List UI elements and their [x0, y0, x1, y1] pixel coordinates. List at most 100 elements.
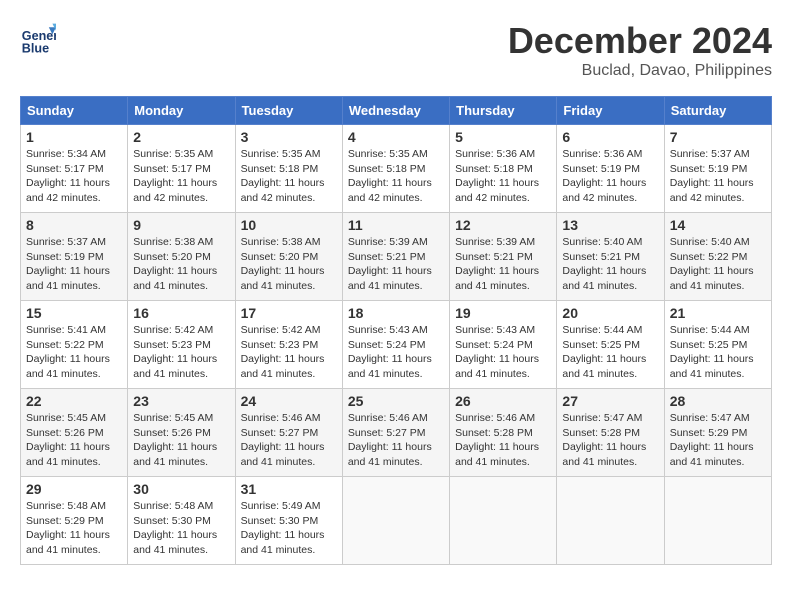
- calendar-cell: 31 Sunrise: 5:49 AMSunset: 5:30 PMDayligh…: [235, 477, 342, 565]
- day-number: 6: [562, 129, 658, 145]
- calendar-cell: 29 Sunrise: 5:48 AMSunset: 5:29 PMDayligh…: [21, 477, 128, 565]
- svg-text:Blue: Blue: [22, 41, 49, 55]
- calendar-cell: 5Sunrise: 5:36 AMSunset: 5:18 PMDaylight…: [450, 125, 557, 213]
- day-info: Sunrise: 5:47 AMSunset: 5:28 PMDaylight:…: [562, 412, 646, 468]
- day-info: Sunrise: 5:43 AMSunset: 5:24 PMDaylight:…: [348, 324, 432, 380]
- day-number: 29: [26, 481, 122, 497]
- month-title: December 2024: [508, 20, 772, 62]
- day-info: Sunrise: 5:49 AMSunset: 5:30 PMDaylight:…: [241, 500, 325, 556]
- calendar-cell: 27Sunrise: 5:47 AMSunset: 5:28 PMDayligh…: [557, 389, 664, 477]
- calendar-cell: 26 Sunrise: 5:46 AMSunset: 5:28 PMDayligh…: [450, 389, 557, 477]
- calendar-cell: 25Sunrise: 5:46 AMSunset: 5:27 PMDayligh…: [342, 389, 449, 477]
- day-number: 22: [26, 393, 122, 409]
- day-number: 8: [26, 217, 122, 233]
- day-number: 11: [348, 217, 444, 233]
- calendar-cell: [664, 477, 771, 565]
- day-number: 14: [670, 217, 766, 233]
- day-info: Sunrise: 5:40 AMSunset: 5:21 PMDaylight:…: [562, 236, 646, 292]
- header-sunday: Sunday: [21, 97, 128, 125]
- day-info: Sunrise: 5:41 AMSunset: 5:22 PMDaylight:…: [26, 324, 110, 380]
- calendar-cell: 16 Sunrise: 5:42 AMSunset: 5:23 PMDayligh…: [128, 301, 235, 389]
- page-container: General Blue December 2024 Buclad, Davao…: [20, 20, 772, 565]
- day-info: Sunrise: 5:37 AMSunset: 5:19 PMDaylight:…: [26, 236, 110, 292]
- calendar-cell: 8 Sunrise: 5:37 AMSunset: 5:19 PMDaylight…: [21, 213, 128, 301]
- day-number: 26: [455, 393, 551, 409]
- day-info: Sunrise: 5:35 AMSunset: 5:18 PMDaylight:…: [241, 148, 325, 204]
- header-wednesday: Wednesday: [342, 97, 449, 125]
- day-info: Sunrise: 5:48 AMSunset: 5:29 PMDaylight:…: [26, 500, 110, 556]
- header-tuesday: Tuesday: [235, 97, 342, 125]
- title-section: December 2024 Buclad, Davao, Philippines: [508, 20, 772, 80]
- calendar-cell: 30Sunrise: 5:48 AMSunset: 5:30 PMDayligh…: [128, 477, 235, 565]
- location-title: Buclad, Davao, Philippines: [508, 62, 772, 80]
- calendar-cell: 15 Sunrise: 5:41 AMSunset: 5:22 PMDayligh…: [21, 301, 128, 389]
- day-number: 1: [26, 129, 122, 145]
- day-number: 30: [133, 481, 229, 497]
- logo-icon: General Blue: [20, 20, 56, 56]
- day-info: Sunrise: 5:36 AMSunset: 5:18 PMDaylight:…: [455, 148, 539, 204]
- calendar-cell: 19 Sunrise: 5:43 AMSunset: 5:24 PMDayligh…: [450, 301, 557, 389]
- day-number: 9: [133, 217, 229, 233]
- day-number: 15: [26, 305, 122, 321]
- day-number: 31: [241, 481, 337, 497]
- calendar-cell: 2Sunrise: 5:35 AMSunset: 5:17 PMDaylight…: [128, 125, 235, 213]
- day-info: Sunrise: 5:38 AMSunset: 5:20 PMDaylight:…: [241, 236, 325, 292]
- day-number: 2: [133, 129, 229, 145]
- day-number: 28: [670, 393, 766, 409]
- calendar-cell: 10 Sunrise: 5:38 AMSunset: 5:20 PMDayligh…: [235, 213, 342, 301]
- day-number: 10: [241, 217, 337, 233]
- calendar-cell: 11Sunrise: 5:39 AMSunset: 5:21 PMDayligh…: [342, 213, 449, 301]
- calendar-row: 8 Sunrise: 5:37 AMSunset: 5:19 PMDaylight…: [21, 213, 772, 301]
- day-number: 17: [241, 305, 337, 321]
- day-info: Sunrise: 5:37 AMSunset: 5:19 PMDaylight:…: [670, 148, 754, 204]
- day-number: 12: [455, 217, 551, 233]
- calendar-cell: 14 Sunrise: 5:40 AMSunset: 5:22 PMDayligh…: [664, 213, 771, 301]
- day-info: Sunrise: 5:43 AMSunset: 5:24 PMDaylight:…: [455, 324, 539, 380]
- day-number: 23: [133, 393, 229, 409]
- calendar-cell: 4Sunrise: 5:35 AMSunset: 5:18 PMDaylight…: [342, 125, 449, 213]
- day-number: 7: [670, 129, 766, 145]
- day-number: 3: [241, 129, 337, 145]
- day-number: 21: [670, 305, 766, 321]
- calendar-row: 1 Sunrise: 5:34 AMSunset: 5:17 PMDaylight…: [21, 125, 772, 213]
- day-number: 18: [348, 305, 444, 321]
- calendar-cell: [557, 477, 664, 565]
- calendar-cell: 18 Sunrise: 5:43 AMSunset: 5:24 PMDayligh…: [342, 301, 449, 389]
- calendar-cell: 7 Sunrise: 5:37 AMSunset: 5:19 PMDaylight…: [664, 125, 771, 213]
- day-info: Sunrise: 5:44 AMSunset: 5:25 PMDaylight:…: [562, 324, 646, 380]
- calendar-cell: 20Sunrise: 5:44 AMSunset: 5:25 PMDayligh…: [557, 301, 664, 389]
- day-info: Sunrise: 5:46 AMSunset: 5:27 PMDaylight:…: [348, 412, 432, 468]
- calendar-cell: 9 Sunrise: 5:38 AMSunset: 5:20 PMDaylight…: [128, 213, 235, 301]
- day-info: Sunrise: 5:34 AMSunset: 5:17 PMDaylight:…: [26, 148, 110, 204]
- weekday-header-row: Sunday Monday Tuesday Wednesday Thursday…: [21, 97, 772, 125]
- calendar-row: 15 Sunrise: 5:41 AMSunset: 5:22 PMDayligh…: [21, 301, 772, 389]
- calendar-cell: [450, 477, 557, 565]
- day-info: Sunrise: 5:47 AMSunset: 5:29 PMDaylight:…: [670, 412, 754, 468]
- header-friday: Friday: [557, 97, 664, 125]
- calendar-cell: 6 Sunrise: 5:36 AMSunset: 5:19 PMDaylight…: [557, 125, 664, 213]
- header-saturday: Saturday: [664, 97, 771, 125]
- calendar-cell: 28 Sunrise: 5:47 AMSunset: 5:29 PMDayligh…: [664, 389, 771, 477]
- day-number: 13: [562, 217, 658, 233]
- day-info: Sunrise: 5:46 AMSunset: 5:27 PMDaylight:…: [241, 412, 325, 468]
- day-info: Sunrise: 5:38 AMSunset: 5:20 PMDaylight:…: [133, 236, 217, 292]
- day-number: 19: [455, 305, 551, 321]
- day-info: Sunrise: 5:39 AMSunset: 5:21 PMDaylight:…: [455, 236, 539, 292]
- calendar-cell: 23 Sunrise: 5:45 AMSunset: 5:26 PMDayligh…: [128, 389, 235, 477]
- calendar-cell: 12 Sunrise: 5:39 AMSunset: 5:21 PMDayligh…: [450, 213, 557, 301]
- calendar-cell: 1 Sunrise: 5:34 AMSunset: 5:17 PMDaylight…: [21, 125, 128, 213]
- header-monday: Monday: [128, 97, 235, 125]
- day-number: 16: [133, 305, 229, 321]
- day-info: Sunrise: 5:35 AMSunset: 5:18 PMDaylight:…: [348, 148, 432, 204]
- day-info: Sunrise: 5:42 AMSunset: 5:23 PMDaylight:…: [133, 324, 217, 380]
- calendar-cell: [342, 477, 449, 565]
- day-info: Sunrise: 5:45 AMSunset: 5:26 PMDaylight:…: [133, 412, 217, 468]
- calendar-cell: 24 Sunrise: 5:46 AMSunset: 5:27 PMDayligh…: [235, 389, 342, 477]
- day-info: Sunrise: 5:40 AMSunset: 5:22 PMDaylight:…: [670, 236, 754, 292]
- day-info: Sunrise: 5:36 AMSunset: 5:19 PMDaylight:…: [562, 148, 646, 204]
- calendar-row: 29 Sunrise: 5:48 AMSunset: 5:29 PMDayligh…: [21, 477, 772, 565]
- calendar-cell: 13 Sunrise: 5:40 AMSunset: 5:21 PMDayligh…: [557, 213, 664, 301]
- day-number: 24: [241, 393, 337, 409]
- day-info: Sunrise: 5:46 AMSunset: 5:28 PMDaylight:…: [455, 412, 539, 468]
- logo: General Blue: [20, 20, 56, 56]
